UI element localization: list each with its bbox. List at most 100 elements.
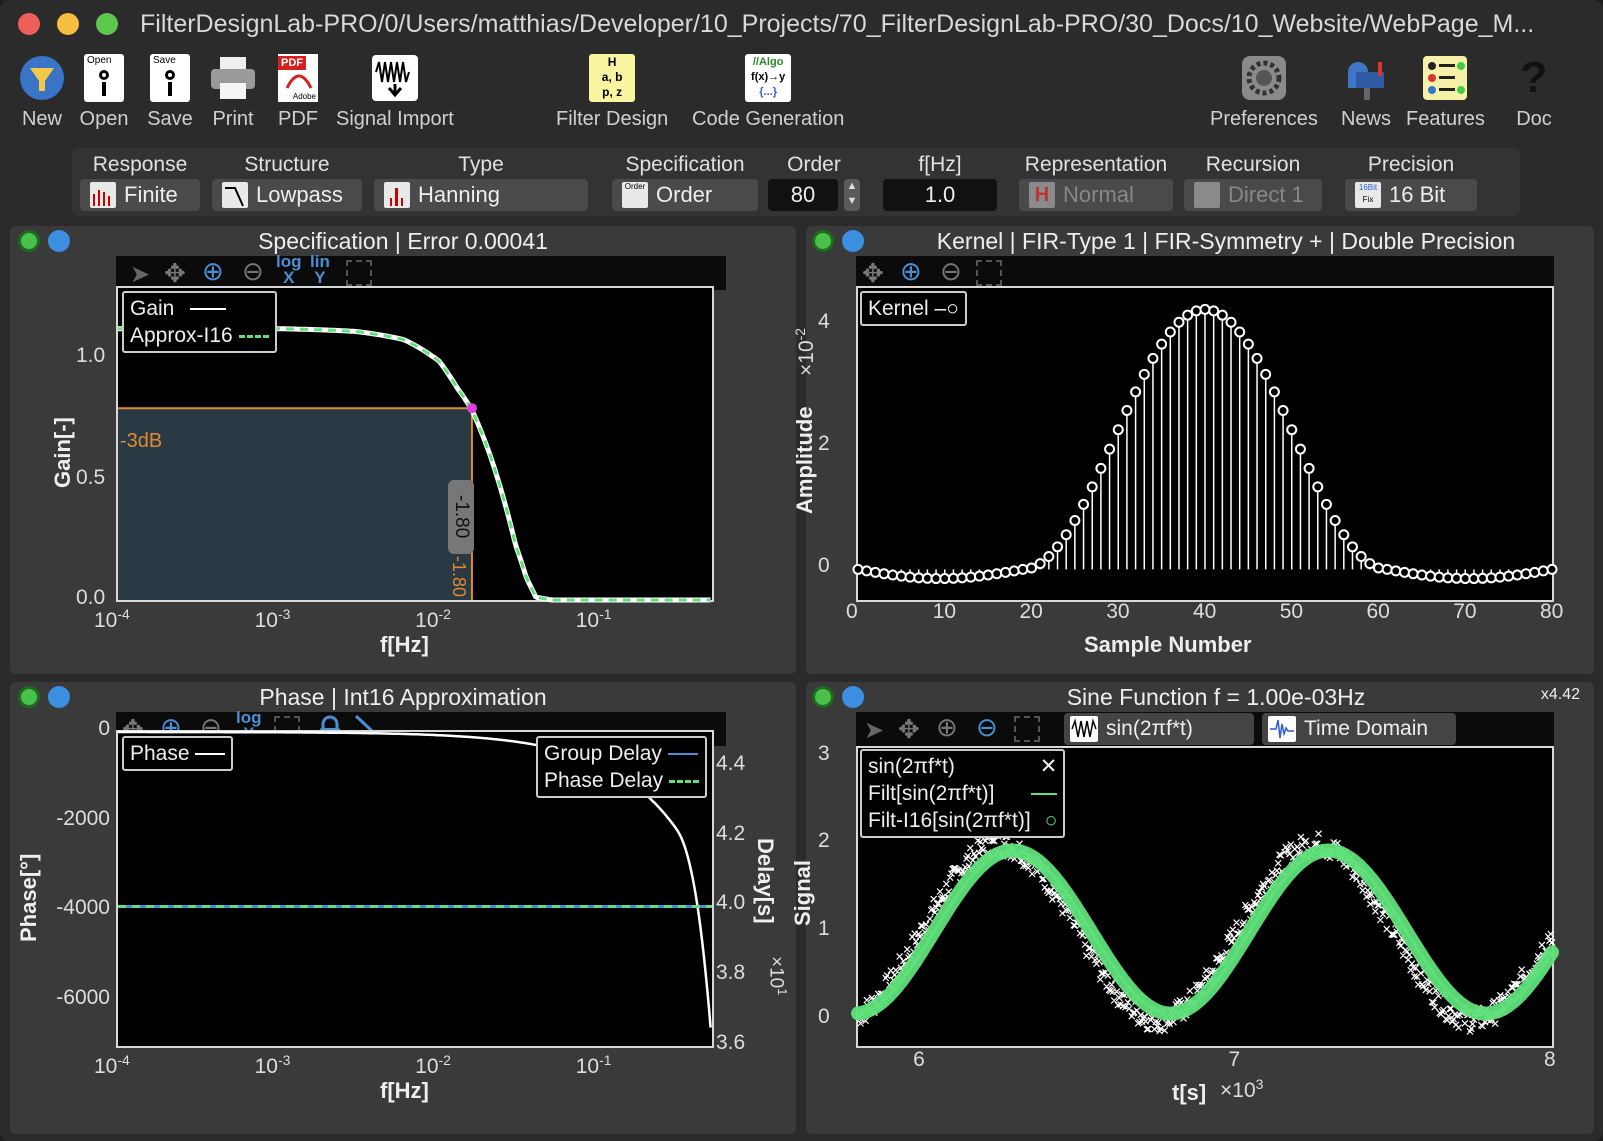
phase-plot[interactable]: Phase Group Delay Phase Delay [116,730,714,1048]
news-button[interactable]: News [1340,52,1392,131]
kernel-point [991,568,1003,580]
kernel-point [1407,568,1419,580]
legend-phase: Phase [130,742,190,765]
panel-visible-toggle[interactable] [812,686,834,708]
print-button[interactable]: Print [207,52,259,131]
code-generation-button[interactable]: //Algo f(x)→y {...} Code Generation [692,52,844,131]
kernel-point [1052,541,1064,553]
preferences-button[interactable]: Preferences [1210,52,1318,131]
domain-select[interactable]: Time Domain [1262,713,1456,745]
gain-plot[interactable]: Gain Approx-I16 -3dB -1.80 -1.80 [116,286,714,603]
zoom-out-icon[interactable]: ⊖ [940,256,962,287]
x-tick: 8 [1544,1048,1556,1071]
x-tick: 30 [1106,600,1130,623]
question-mark-icon: ? [1520,53,1548,102]
code-generation-icon: //Algo f(x)→y {...} [742,52,794,104]
kernel-point [1546,563,1558,575]
kernel-point [1242,338,1254,350]
open-button[interactable]: Open Open [78,52,130,131]
selection-tool-icon[interactable] [1014,716,1040,742]
x-axis-label: t[s] [1172,1080,1207,1105]
kernel-point [1338,529,1350,541]
kernel-legend: Kernel –○ [860,291,967,326]
new-label: New [21,108,62,130]
features-button[interactable]: Features [1406,52,1485,131]
preferences-label: Preferences [1210,108,1318,130]
sine-plot[interactable]: sin(2πf*t) ✕ Filt[sin(2πf*t)] Filt-I16[si… [851,746,1559,1048]
zoom-in-icon[interactable]: ⊕ [202,256,224,287]
specification-select[interactable]: Order Order [612,179,758,211]
signal-import-button[interactable]: Signal Import [336,52,454,131]
pan-tool-icon[interactable]: ✥ [862,258,884,289]
x-scale-label: ×103 [1220,1076,1264,1102]
precision-select[interactable]: 16Bit Fix 16 Bit [1345,179,1477,211]
log-x-toggle[interactable]: logX [276,253,302,286]
maximize-window-button[interactable] [96,13,118,35]
response-group: Response Finite [78,151,202,211]
features-label: Features [1406,108,1485,130]
x-tick: 7 [1228,1048,1241,1071]
kernel-point [1494,571,1506,583]
response-value: Finite [124,182,178,207]
x-tick: 70 [1453,600,1477,623]
kernel-point [1069,514,1081,526]
zoom-y-icon[interactable]: ⊖ [976,712,998,743]
kernel-point [1433,571,1445,583]
zoom-out-icon[interactable]: ⊖ [242,256,264,287]
panel-settings-icon[interactable] [842,230,864,252]
zoom-in-icon[interactable]: ⊕ [936,712,958,743]
response-select[interactable]: Finite [80,179,200,211]
x-axis-label: f[Hz] [380,1078,429,1103]
minimize-window-button[interactable] [57,13,79,35]
gain-legend: Gain Approx-I16 [122,291,277,353]
new-button[interactable]: New [16,52,68,131]
kernel-point [1329,514,1341,526]
legend-sine: sin(2πf*t) [868,755,955,778]
panel-visible-toggle[interactable] [812,230,834,252]
order-stepper[interactable]: ▲ ▼ [844,179,860,211]
kernel-point [982,569,994,581]
pointer-tool-icon[interactable]: ➤ [864,716,884,745]
representation-select[interactable]: H Normal [1019,179,1173,211]
pan-tool-icon[interactable]: ✥ [898,714,920,745]
pan-tool-icon[interactable]: ✥ [164,258,186,289]
y2-scale-label: ×101 [765,956,790,996]
order-group: Order 80 ▲ ▼ [766,151,862,211]
lin-y-toggle[interactable]: lin Y [310,253,330,286]
app-window: FilterDesignLab-PRO/0/Users/matthias/Dev… [0,0,1603,1141]
type-select[interactable]: Hanning [374,179,588,211]
kernel-point [1320,498,1332,510]
kernel-point [1520,568,1532,580]
kernel-point [1416,569,1428,581]
kernel-plot[interactable]: Kernel –○ [852,286,1558,602]
doc-button[interactable]: ? Doc [1508,52,1560,131]
frequency-input[interactable]: 1.0 [883,179,997,211]
pdf-button[interactable]: PDF Adobe PDF [272,52,324,131]
filter-design-button[interactable]: Ha, b p, z Filter Design [556,52,668,131]
x-tick: 10 [932,600,957,623]
save-label: Save [147,108,193,130]
order-input[interactable]: 80 [768,179,838,211]
legend-filtered: Filt[sin(2πf*t)] [868,782,995,805]
kernel-point [1373,562,1384,574]
selection-tool-icon[interactable] [976,260,1002,286]
kernel-point [947,572,959,584]
type-value: Hanning [418,182,500,207]
recursion-select[interactable]: Direct 1 [1184,179,1322,211]
kernel-point [1511,569,1523,581]
printer-icon [207,52,259,104]
zoom-in-icon[interactable]: ⊕ [900,256,922,287]
time-domain-icon [1268,716,1296,743]
panel-settings-icon[interactable] [842,686,864,708]
kernel-point [1251,352,1263,364]
signal-source-select[interactable]: sin(2πf*t) [1064,713,1254,745]
signal-source-label: sin(2πf*t) [1106,717,1193,740]
save-button[interactable]: Save Save [144,52,196,131]
x-tick: 20 [1019,600,1043,623]
x-tick: 10-3 [254,1052,291,1078]
structure-select[interactable]: Lowpass [212,179,362,211]
selection-tool-icon[interactable] [346,260,372,286]
pointer-tool-icon[interactable]: ➤ [130,260,150,289]
y-axis-label: Amplitude [792,406,817,514]
close-window-button[interactable] [18,13,40,35]
